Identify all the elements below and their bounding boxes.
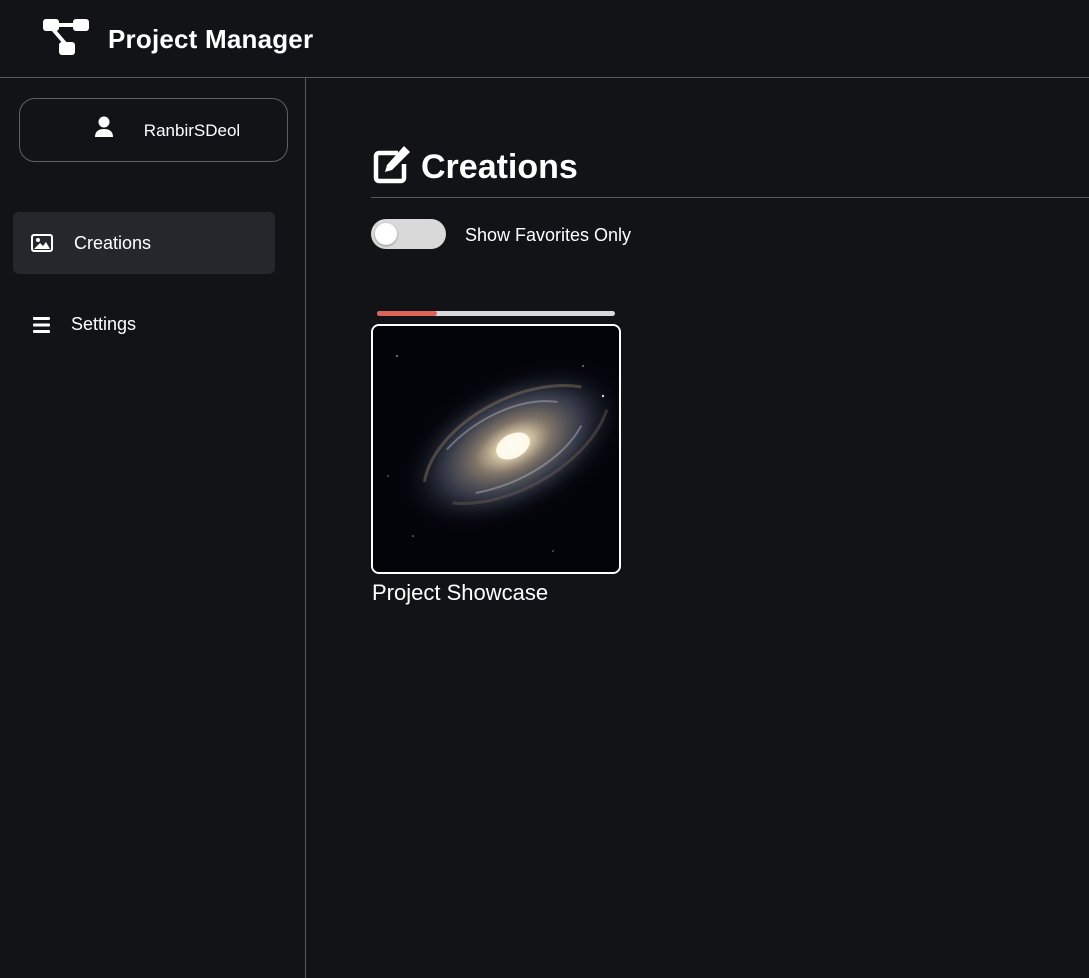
edit-icon	[373, 146, 410, 184]
sidebar-item-label: Creations	[74, 233, 152, 253]
project-tree-icon[interactable]	[42, 18, 90, 56]
app-root: Project Manager RanbirSDeol Creations Se…	[0, 0, 1089, 978]
page-header: Creations	[371, 143, 1089, 198]
sidebar-item-settings[interactable]: Settings	[13, 293, 275, 355]
project-card-thumbnail[interactable]	[371, 324, 621, 574]
user-profile-button[interactable]: RanbirSDeol	[19, 98, 288, 162]
user-name: RanbirSDeol	[143, 121, 241, 140]
image-icon	[31, 234, 53, 252]
favorites-toggle-label: Show Favorites Only	[465, 225, 632, 245]
menu-icon	[33, 317, 50, 333]
page-title: Creations	[421, 148, 578, 186]
project-card-title[interactable]: Project Showcase	[372, 579, 548, 607]
user-icon	[95, 116, 113, 137]
sidebar-item-creations[interactable]: Creations	[13, 212, 275, 274]
project-progress-bar	[377, 311, 615, 316]
main-content: Creations Show Favorites Only Project Sh…	[307, 79, 1089, 978]
favorites-toggle[interactable]	[371, 219, 446, 249]
top-bar: Project Manager	[0, 0, 1089, 78]
toggle-knob	[375, 223, 397, 245]
galaxy-image	[373, 326, 619, 572]
sidebar: RanbirSDeol Creations Settings	[0, 78, 306, 978]
progress-fill	[377, 311, 437, 316]
app-title: Project Manager	[108, 24, 314, 54]
sidebar-item-label: Settings	[71, 314, 137, 334]
